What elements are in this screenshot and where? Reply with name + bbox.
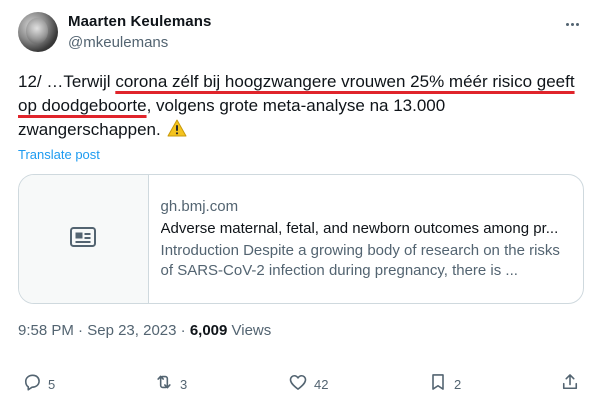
- article-icon: [69, 225, 97, 254]
- more-options-icon[interactable]: [560, 14, 584, 34]
- avatar[interactable]: [18, 12, 58, 52]
- card-title[interactable]: Adverse maternal, fetal, and newborn out…: [161, 219, 577, 239]
- share-button[interactable]: [560, 372, 580, 396]
- views-count: 6,009: [189, 322, 228, 339]
- reply-count: 5: [48, 376, 56, 392]
- repost-icon: [154, 372, 174, 397]
- heart-icon: [288, 372, 308, 397]
- action-bar: 5 3 42 2: [18, 372, 584, 396]
- card-thumbnail: [19, 175, 149, 303]
- tweet-text: 12/ …Terwijl corona zélf bij hoogzwanger…: [18, 70, 590, 144]
- translate-post-link[interactable]: Translate post: [18, 147, 100, 162]
- repost-button[interactable]: 3: [154, 372, 187, 396]
- tweet-text-start: 12/ …Terwijl: [18, 72, 116, 91]
- like-button[interactable]: 42: [288, 372, 328, 396]
- link-preview-card[interactable]: gh.bmj.com Adverse maternal, fetal, and …: [18, 174, 584, 304]
- meta-separator: ·: [73, 322, 88, 339]
- reply-icon: [22, 372, 42, 397]
- bookmark-icon: [428, 372, 448, 397]
- card-description: Introduction Despite a growing body of r…: [160, 242, 560, 279]
- like-count: 42: [314, 376, 329, 392]
- post-time[interactable]: 9:58 PM: [18, 322, 74, 339]
- warning-sign-icon: [167, 119, 187, 144]
- bookmark-button[interactable]: 2: [428, 372, 461, 396]
- handle[interactable]: @mkeulemans: [68, 34, 168, 51]
- share-icon: [560, 372, 580, 397]
- meta-separator-2: ·: [176, 322, 190, 339]
- repost-count: 3: [180, 376, 188, 392]
- post-metadata: 9:58 PM · Sep 23, 2023 · 6,009 Views: [18, 322, 271, 339]
- bookmark-count: 2: [454, 376, 462, 392]
- card-domain: gh.bmj.com: [160, 198, 239, 215]
- display-name[interactable]: Maarten Keulemans: [68, 13, 211, 30]
- post-date[interactable]: Sep 23, 2023: [87, 322, 176, 339]
- card-body: gh.bmj.com Adverse maternal, fetal, and …: [149, 175, 583, 303]
- reply-button[interactable]: 5: [22, 372, 55, 396]
- views-label: Views: [227, 322, 272, 339]
